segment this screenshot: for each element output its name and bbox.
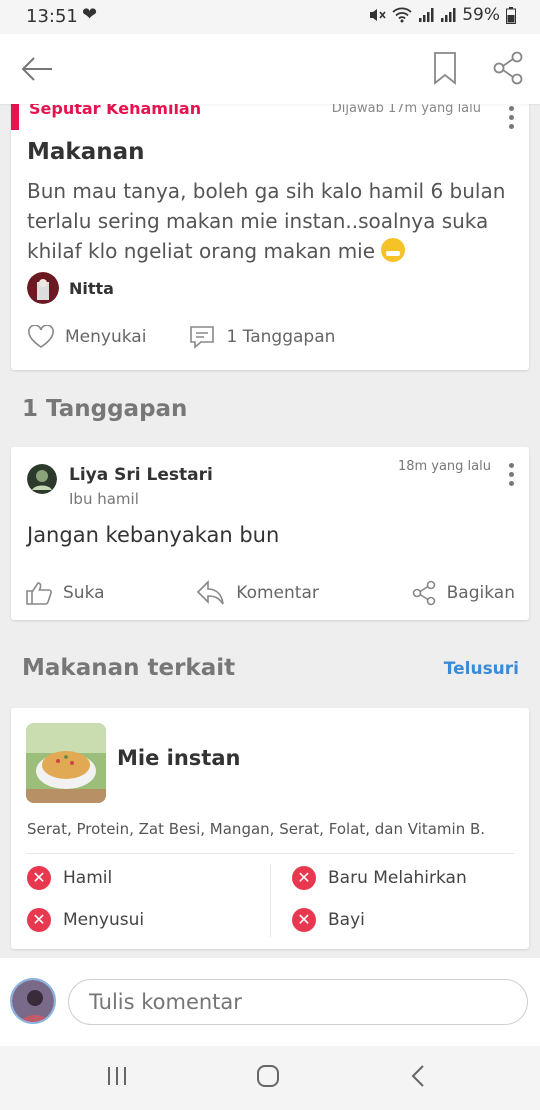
status-time: 13:51 bbox=[26, 6, 78, 27]
reply-icon bbox=[197, 580, 225, 605]
condition-label: Menyusui bbox=[63, 910, 145, 930]
battery-percent: 59% bbox=[462, 5, 500, 25]
not-allowed-icon: ✕ bbox=[27, 908, 51, 932]
not-allowed-icon: ✕ bbox=[292, 866, 316, 890]
share-icon[interactable] bbox=[492, 51, 524, 85]
condition-label: Baru Melahirkan bbox=[328, 868, 467, 888]
comment-input[interactable] bbox=[68, 979, 528, 1025]
food-nutrients: Serat, Protein, Zat Besi, Mangan, Serat,… bbox=[27, 820, 486, 838]
heart-outline-icon bbox=[28, 325, 54, 348]
signal-icon bbox=[419, 8, 434, 22]
question-card: Seputar Kehamilan Dijawab 17m yang lalu … bbox=[11, 96, 529, 370]
response-card: Liya Sri Lestari Ibu hamil 18m yang lalu… bbox=[11, 447, 529, 620]
thumbs-up-icon bbox=[26, 582, 52, 605]
heart-icon: ❤ bbox=[82, 4, 98, 25]
question-title: Makanan bbox=[27, 139, 145, 165]
not-allowed-icon: ✕ bbox=[292, 908, 316, 932]
like-response-button[interactable]: Suka bbox=[25, 579, 105, 607]
noodles-image bbox=[26, 723, 106, 803]
avatar[interactable] bbox=[27, 272, 59, 304]
like-button[interactable]: Menyukai bbox=[27, 325, 146, 349]
divider bbox=[27, 853, 515, 854]
response-more-icon[interactable] bbox=[509, 463, 514, 490]
related-heading: Makanan terkait bbox=[22, 655, 236, 681]
responses-button[interactable]: 1 Tanggapan bbox=[188, 324, 335, 350]
status-bar: 13:51 ❤ 59% bbox=[0, 0, 540, 34]
system-nav-bar bbox=[0, 1046, 540, 1110]
share-response-button[interactable]: Bagikan bbox=[411, 579, 515, 607]
like-label: Menyukai bbox=[65, 327, 147, 347]
question-author[interactable]: Nitta bbox=[27, 272, 114, 304]
question-more-icon[interactable] bbox=[509, 106, 514, 133]
question-body: Bun mau tanya, boleh ga sih kalo hamil 6… bbox=[27, 176, 517, 266]
signal-icon bbox=[441, 8, 456, 22]
responder-role: Ibu hamil bbox=[69, 490, 139, 508]
like-response-label: Suka bbox=[63, 583, 105, 603]
question-actions: Menyukai 1 Tanggapan bbox=[27, 324, 517, 350]
response-time: 18m yang lalu bbox=[397, 459, 491, 474]
avatar[interactable] bbox=[27, 464, 57, 494]
home-icon[interactable] bbox=[256, 1064, 280, 1088]
status-icons: 59% bbox=[368, 5, 516, 25]
question-author-name[interactable]: Nitta bbox=[69, 279, 114, 298]
responses-heading: 1 Tanggapan bbox=[22, 396, 188, 422]
comment-icon bbox=[190, 326, 215, 349]
share-response-label: Bagikan bbox=[446, 583, 515, 603]
condition-label: Hamil bbox=[63, 868, 113, 888]
avatar bbox=[10, 978, 56, 1024]
bookmark-icon[interactable] bbox=[433, 51, 457, 85]
comment-bar bbox=[0, 958, 540, 1046]
battery-icon bbox=[506, 6, 516, 24]
share-icon bbox=[412, 580, 435, 606]
condition-item: ✕ Hamil bbox=[27, 866, 112, 890]
mute-icon bbox=[370, 9, 386, 21]
grinning-emoji-icon bbox=[381, 238, 406, 262]
back-icon[interactable] bbox=[410, 1064, 426, 1088]
reply-label: Komentar bbox=[236, 583, 319, 603]
responder-name[interactable]: Liya Sri Lestari bbox=[69, 465, 213, 485]
wifi-icon bbox=[392, 7, 412, 23]
food-thumbnail[interactable] bbox=[26, 723, 106, 803]
back-arrow-icon[interactable] bbox=[20, 54, 54, 84]
recent-apps-icon[interactable] bbox=[106, 1064, 128, 1088]
condition-item: ✕ Menyusui bbox=[27, 908, 144, 932]
condition-item: ✕ Bayi bbox=[292, 908, 365, 932]
response-actions: Suka Komentar Bagikan bbox=[25, 579, 515, 607]
response-text: Jangan kebanyakan bun bbox=[27, 523, 280, 547]
not-allowed-icon: ✕ bbox=[27, 866, 51, 890]
responses-count-label: 1 Tanggapan bbox=[226, 327, 336, 347]
explore-link[interactable]: Telusuri bbox=[444, 659, 519, 679]
top-bar bbox=[0, 34, 540, 104]
food-card[interactable]: Mie instan Serat, Protein, Zat Besi, Man… bbox=[11, 708, 529, 949]
reply-button[interactable]: Komentar bbox=[196, 579, 319, 607]
question-body-text: Bun mau tanya, boleh ga sih kalo hamil 6… bbox=[27, 179, 506, 263]
food-name[interactable]: Mie instan bbox=[117, 746, 240, 770]
condition-label: Bayi bbox=[328, 910, 365, 930]
divider bbox=[270, 865, 271, 937]
condition-item: ✕ Baru Melahirkan bbox=[292, 866, 467, 890]
